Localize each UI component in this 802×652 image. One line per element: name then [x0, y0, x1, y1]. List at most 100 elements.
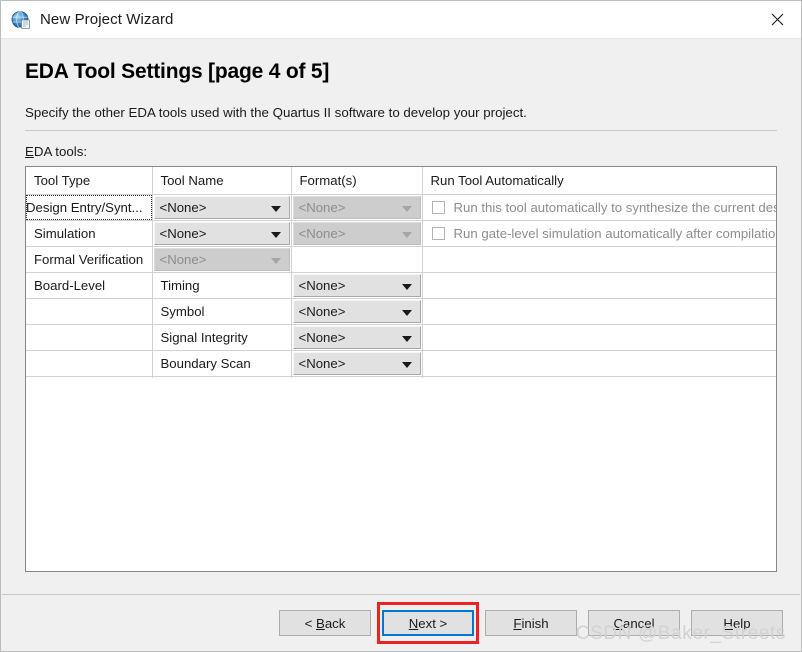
tool-name-cell[interactable]: Symbol [152, 298, 292, 325]
format-cell: <None> [291, 220, 423, 247]
table-row[interactable]: Design Entry/Synt... <None> <None> Run this… [26, 194, 777, 221]
chevron-down-icon [401, 231, 412, 238]
format-combo[interactable]: <None> [292, 352, 421, 375]
tool-name-cell[interactable]: Signal Integrity [152, 324, 292, 351]
chevron-down-icon [401, 283, 412, 290]
next-button-mnemonic: N [408, 615, 419, 631]
column-header-tool-name[interactable]: Tool Name [152, 167, 292, 195]
next-button-label: Next > [408, 615, 448, 631]
run-tool-checkbox[interactable] [431, 201, 445, 214]
format-combo[interactable]: <None> [292, 274, 421, 297]
run-tool-cell: Run this tool automatically to synthesiz… [422, 194, 777, 221]
format-combo-value: <None> [298, 356, 346, 371]
help-button-label: Help [723, 615, 751, 631]
table-header-row: Tool Type Tool Name Format(s) Run Tool A… [26, 167, 776, 195]
tool-name-cell: <None> [152, 246, 292, 273]
window-title: New Project Wizard [40, 11, 174, 28]
table-row[interactable]: Board-Level Timing <None> [26, 272, 776, 299]
tool-type-cell[interactable]: Formal Verification [26, 246, 153, 273]
table-header: Tool Type Tool Name Format(s) Run Tool A… [26, 167, 776, 195]
table-filler-row [26, 376, 776, 378]
run-tool-checkbox-row[interactable]: Run this tool automatically to synthesiz… [423, 195, 777, 220]
format-cell: <None> [291, 194, 423, 221]
finish-button-mnemonic: F [513, 615, 522, 631]
tool-name-cell[interactable]: Boundary Scan [152, 350, 292, 377]
format-combo[interactable]: <None> [292, 326, 421, 349]
next-button[interactable]: Next > [382, 610, 474, 636]
format-cell: <None> [291, 350, 423, 377]
cancel-button-slot: Cancel [588, 610, 680, 636]
tool-name-combo-value: <None> [159, 252, 207, 267]
run-tool-checkbox-row[interactable]: Run gate-level simulation automatically … [423, 221, 776, 246]
tool-name-combo[interactable]: <None> [153, 222, 290, 245]
page-title: EDA Tool Settings [page 4 of 5] [25, 60, 330, 83]
chevron-down-icon [270, 205, 281, 212]
format-combo-value: <None> [298, 226, 346, 241]
run-tool-checkbox-label: Run this tool automatically to synthesiz… [453, 200, 777, 215]
tool-name-combo-value: <None> [159, 226, 207, 241]
header-divider [25, 130, 777, 131]
table-filler-cell [422, 376, 776, 378]
tool-name-combo[interactable]: <None> [153, 196, 290, 219]
chevron-down-icon [401, 205, 412, 212]
table-filler-cell [26, 376, 153, 378]
help-button[interactable]: Help [691, 610, 783, 636]
format-combo-value: <None> [298, 200, 346, 215]
tool-type-cell[interactable]: Simulation [26, 220, 153, 247]
eda-tools-label: EDA tools: [25, 144, 777, 159]
format-cell [291, 246, 423, 273]
table-row[interactable]: Simulation <None> <None> Run gate-level sim… [26, 220, 776, 247]
back-button[interactable]: < Back [279, 610, 371, 636]
tool-type-cell[interactable] [26, 350, 153, 377]
run-tool-cell [422, 246, 776, 273]
back-button-mnemonic: B [316, 615, 325, 631]
wizard-footer: < Back Next > Finish Cancel Help CSDN @Baker… [1, 595, 801, 651]
tool-type-label: Simulation [34, 226, 96, 241]
tool-type-cell[interactable]: Design Entry/Synt... [26, 194, 153, 221]
column-header-run-tool-automatically[interactable]: Run Tool Automatically [422, 167, 776, 195]
back-button-label: < Back [304, 615, 346, 631]
table-row[interactable]: Formal Verification <None> [26, 246, 776, 273]
tool-type-cell[interactable]: Board-Level [26, 272, 153, 299]
page-description: Specify the other EDA tools used with th… [25, 105, 527, 120]
help-button-slot: Help [691, 610, 783, 636]
column-header-tool-type[interactable]: Tool Type [26, 167, 153, 195]
table-filler-cell [152, 376, 292, 378]
tool-name-label: Timing [160, 278, 200, 293]
table-row[interactable]: Signal Integrity <None> [26, 324, 776, 351]
format-cell: <None> [291, 272, 423, 299]
chevron-down-icon [270, 257, 281, 264]
footer-button-group: < Back Next > Finish Cancel Help [279, 602, 783, 644]
chevron-down-icon [401, 335, 412, 342]
new-project-wizard-dialog: New Project Wizard EDA Tool Settings [pa… [0, 0, 802, 652]
tool-name-label: Signal Integrity [160, 330, 248, 345]
tool-type-cell[interactable] [26, 298, 153, 325]
tool-type-cell[interactable] [26, 324, 153, 351]
cancel-button[interactable]: Cancel [588, 610, 680, 636]
eda-tools-table: Tool Type Tool Name Format(s) Run Tool A… [26, 167, 776, 378]
format-combo-value: <None> [298, 330, 346, 345]
format-combo[interactable]: <None> [292, 300, 421, 323]
table-body: Design Entry/Synt... <None> <None> Run this… [26, 194, 777, 378]
finish-button-label: Finish [513, 615, 549, 631]
tool-name-label: Symbol [160, 304, 205, 319]
table-row[interactable]: Boundary Scan <None> [26, 350, 776, 377]
run-tool-cell [422, 350, 776, 377]
run-tool-checkbox[interactable] [431, 227, 445, 240]
format-combo-value: <None> [298, 278, 346, 293]
table-row[interactable]: Symbol <None> [26, 298, 776, 325]
eda-tools-label-rest: DA tools: [33, 144, 88, 159]
column-header-formats[interactable]: Format(s) [291, 167, 423, 195]
chevron-down-icon [270, 231, 281, 238]
close-icon[interactable] [754, 1, 801, 37]
chevron-down-icon [401, 361, 412, 368]
tool-name-cell: <None> [152, 194, 292, 221]
finish-button[interactable]: Finish [485, 610, 577, 636]
run-tool-cell [422, 324, 776, 351]
run-tool-cell [422, 298, 776, 325]
table-filler-cell [291, 376, 423, 378]
title-bar: New Project Wizard [1, 1, 801, 39]
wizard-content: EDA Tool Settings [page 4 of 5] Specify … [1, 39, 801, 594]
tool-name-cell[interactable]: Timing [152, 272, 292, 299]
cancel-button-mnemonic: C [613, 615, 623, 631]
